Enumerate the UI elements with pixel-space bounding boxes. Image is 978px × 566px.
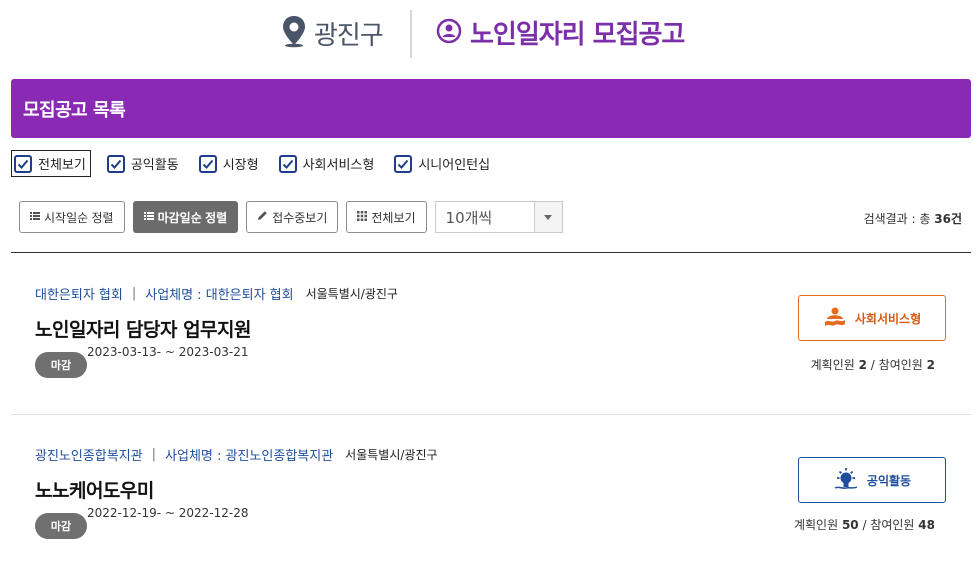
list-toolbar: 시작일순 정렬 마감일순 정렬 접수중보기 전체보기 10개씩 xyxy=(19,201,563,233)
search-result-count: 검색결과 : 총 36건 xyxy=(864,210,962,227)
business-name: 사업체명 : 대한은퇴자 협회 xyxy=(145,288,294,303)
site-header: 광진구 노인일자리 모집공고 xyxy=(0,0,978,70)
checkbox-checked-icon[interactable] xyxy=(14,154,32,173)
headcount: 계획인원 50 / 참여인원 48 xyxy=(794,516,935,533)
result-count: 36건 xyxy=(934,212,962,226)
org-name: 광진노인종합복지관 xyxy=(35,449,143,464)
page-size-select[interactable]: 10개씩 xyxy=(434,201,563,233)
list-item-divider xyxy=(11,414,971,415)
filter-senior-intern[interactable]: 시니어인턴십 xyxy=(392,150,494,177)
filter-label: 시장형 xyxy=(222,158,259,173)
sort-end-date-button[interactable]: 마감일순 정렬 xyxy=(132,201,239,233)
business-name: 사업체명 : 광진노인종합복지관 xyxy=(165,449,334,464)
joined-count: 2 xyxy=(926,358,935,372)
list-item[interactable]: 광진노인종합복지관 | 사업체명 : 광진노인종합복지관 서울특별시/광진구 노… xyxy=(11,445,971,566)
type-label: 사회서비스형 xyxy=(854,311,922,326)
filter-public-activity[interactable]: 공익활동 xyxy=(105,150,183,177)
job-title[interactable]: 노인일자리 담당자 업무지원 xyxy=(35,315,252,342)
button-label: 접수중보기 xyxy=(272,210,328,225)
location: 서울특별시/광진구 xyxy=(345,448,438,462)
planned-count: 2 xyxy=(858,358,867,372)
site-title: 노인일자리 모집공고 xyxy=(470,20,685,50)
filter-all[interactable]: 전체보기 xyxy=(11,150,91,177)
filter-label: 사회서비스형 xyxy=(302,158,375,173)
page-size-value: 10개씩 xyxy=(445,208,493,227)
filter-label: 시니어인턴십 xyxy=(418,158,491,173)
header-divider xyxy=(410,10,412,58)
list-icon xyxy=(143,210,154,224)
planned-label: 계획인원 xyxy=(810,358,859,372)
filter-label: 전체보기 xyxy=(38,158,86,173)
list-item[interactable]: 대한은퇴자 협회 | 사업체명 : 대한은퇴자 협회 서울특별시/광진구 노인일… xyxy=(11,284,971,424)
checkbox-checked-icon[interactable] xyxy=(106,154,125,173)
joined-label: / 참여인원 xyxy=(858,518,919,532)
list-banner: 모집공고 목록 xyxy=(11,79,971,138)
caret-down-icon[interactable] xyxy=(533,202,562,232)
filter-label: 공익활동 xyxy=(130,158,179,173)
location: 서울특별시/광진구 xyxy=(305,287,398,301)
headcount: 계획인원 2 / 참여인원 2 xyxy=(811,356,935,373)
view-open-button[interactable]: 접수중보기 xyxy=(246,201,339,233)
grid-icon xyxy=(357,210,368,224)
type-public-activity-button[interactable]: 공익활동 xyxy=(798,457,946,503)
planned-label: 계획인원 xyxy=(793,518,842,532)
button-label: 마감일순 정렬 xyxy=(157,210,228,225)
list-icon xyxy=(30,210,40,224)
job-title[interactable]: 노노케어도우미 xyxy=(35,476,154,503)
filter-social-service[interactable]: 사회서비스형 xyxy=(277,150,379,177)
checkbox-checked-icon[interactable] xyxy=(394,154,413,173)
org-name: 대한은퇴자 협회 xyxy=(35,288,123,303)
checkbox-checked-icon[interactable] xyxy=(278,154,297,173)
type-filters: 전체보기 공익활동 시장형 사회서비스형 시니어인턴십 xyxy=(11,150,508,177)
sort-start-date-button[interactable]: 시작일순 정렬 xyxy=(19,201,125,233)
pencil-icon xyxy=(257,210,268,224)
button-label: 전체보기 xyxy=(371,210,416,225)
planned-count: 50 xyxy=(841,518,859,532)
banner-title: 모집공고 목록 xyxy=(23,100,126,121)
item-meta: 광진노인종합복지관 | 사업체명 : 광진노인종합복지관 서울특별시/광진구 xyxy=(35,447,438,464)
period: 2022-12-19- ~ 2022-12-28 xyxy=(87,506,249,520)
site-logo[interactable]: 노인일자리 모집공고 xyxy=(436,14,685,51)
status-badge: 마감 xyxy=(35,352,87,378)
joined-label: / 참여인원 xyxy=(866,358,927,372)
person-circle-icon xyxy=(436,18,462,48)
district-logo[interactable]: 광진구 xyxy=(280,14,384,52)
list-top-divider xyxy=(11,252,971,253)
filter-market[interactable]: 시장형 xyxy=(197,150,263,177)
location-pin-icon xyxy=(280,14,308,52)
item-meta: 대한은퇴자 협회 | 사업체명 : 대한은퇴자 협회 서울특별시/광진구 xyxy=(35,286,398,303)
period: 2023-03-13- ~ 2023-03-21 xyxy=(87,345,249,359)
status-badge: 마감 xyxy=(35,513,87,539)
view-all-button[interactable]: 전체보기 xyxy=(346,201,427,233)
district-name: 광진구 xyxy=(314,20,384,51)
checkbox-checked-icon[interactable] xyxy=(198,154,217,173)
lightbulb-icon xyxy=(833,467,859,494)
joined-count: 48 xyxy=(918,518,935,532)
social-service-icon xyxy=(823,306,847,331)
type-label: 공익활동 xyxy=(866,473,912,488)
button-label: 시작일순 정렬 xyxy=(44,210,114,225)
result-prefix: 검색결과 : 총 xyxy=(863,212,935,226)
type-social-service-button[interactable]: 사회서비스형 xyxy=(798,295,946,341)
